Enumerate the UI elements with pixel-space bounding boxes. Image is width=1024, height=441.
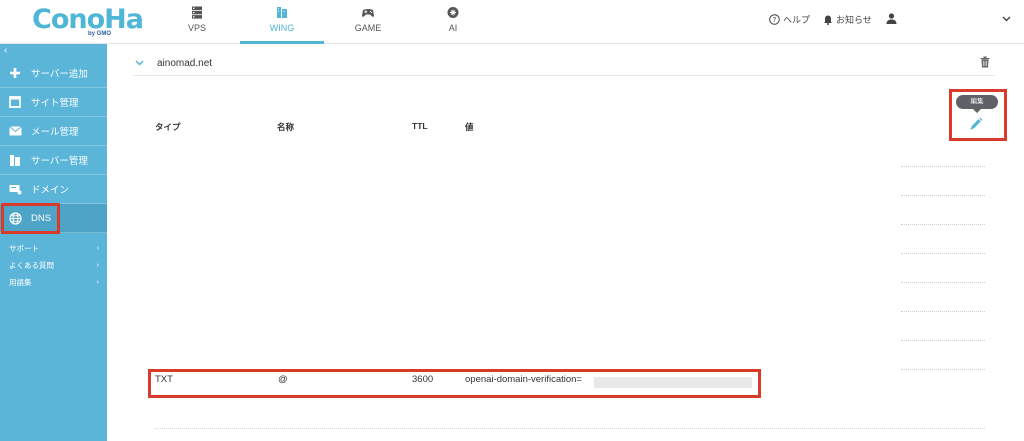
divider [901, 369, 985, 370]
help-icon: ? [769, 14, 780, 25]
sidebar-item-label: メール管理 [31, 127, 79, 138]
chevron-right-icon: › [96, 260, 100, 269]
sidebar-item-domain[interactable]: ドメイン [0, 175, 107, 204]
divider [901, 224, 985, 225]
edit-highlight-box [949, 89, 1007, 141]
tab-ai[interactable]: AI [411, 0, 495, 44]
sidebar-link-label: よくある質問 [9, 261, 54, 270]
tab-ai-label: AI [448, 23, 458, 33]
sidebar-item-add-server[interactable]: サーバー追加 [0, 59, 107, 88]
help-label: ヘルプ [783, 15, 811, 25]
sidebar-link-faq[interactable]: よくある質問 › [9, 260, 99, 271]
domain-name: ainomad.net [157, 58, 213, 69]
chevron-right-icon: › [96, 277, 100, 286]
tab-wing-label: WING [269, 23, 295, 33]
record-highlight-box [148, 369, 761, 398]
sidebar-link-label: 用語集 [9, 278, 32, 287]
wing-icon [277, 7, 287, 18]
logo-sub: by GMO [88, 31, 112, 37]
divider [901, 253, 985, 254]
sidebar: ‹ サーバー追加 サイト管理 メール管理 サーバー管理 ドメイン DNS サポー… [0, 44, 107, 441]
server-manage-icon [8, 153, 22, 167]
sidebar-item-server-manage[interactable]: サーバー管理 [0, 146, 107, 175]
column-header-name: 名称 [277, 122, 295, 132]
ai-icon [447, 7, 459, 18]
tab-game[interactable]: GAME [326, 0, 410, 44]
gamepad-icon [362, 9, 374, 17]
chevron-down-icon[interactable] [1002, 16, 1011, 22]
sidebar-item-mail[interactable]: メール管理 [0, 117, 107, 146]
plus-icon [8, 66, 22, 80]
sidebar-item-label: サーバー追加 [31, 69, 88, 80]
sidebar-item-label: ドメイン [31, 185, 70, 196]
sidebar-item-site[interactable]: サイト管理 [0, 88, 107, 117]
server-icon [192, 6, 202, 19]
divider [901, 282, 985, 283]
notifications-link[interactable]: お知らせ [823, 13, 872, 26]
sidebar-item-label: サーバー管理 [31, 156, 88, 167]
svg-text:?: ? [773, 16, 777, 24]
column-header-ttl: TTL [412, 121, 428, 131]
dns-highlight-box [1, 203, 60, 234]
trash-icon[interactable] [980, 56, 990, 68]
top-header: ConoHa by GMO VPS WING GAME AI ? ヘルプ お知ら… [0, 0, 1024, 44]
divider [901, 195, 985, 196]
chevron-down-icon[interactable] [135, 58, 144, 69]
sidebar-link-label: サポート [9, 244, 39, 253]
tab-game-label: GAME [354, 23, 382, 33]
user-icon[interactable] [886, 13, 897, 24]
tab-vps[interactable]: VPS [155, 0, 239, 44]
help-link[interactable]: ? ヘルプ [769, 13, 810, 26]
column-header-type: タイプ [155, 122, 181, 132]
tab-vps-label: VPS [187, 23, 206, 33]
bell-icon [824, 15, 832, 25]
divider [155, 428, 985, 429]
mail-icon [8, 124, 22, 138]
conoha-logo[interactable]: ConoHa by GMO [32, 5, 144, 39]
main-content: ainomad.net タイプ 名称 TTL 値 編集 TXT @ 3600 o… [107, 44, 1024, 441]
notifications-label: お知らせ [836, 15, 872, 25]
divider [901, 311, 985, 312]
collapse-sidebar-icon[interactable]: ‹ [4, 45, 7, 56]
chevron-right-icon: › [96, 243, 100, 252]
tab-wing[interactable]: WING [240, 0, 324, 44]
domain-row[interactable]: ainomad.net [133, 52, 995, 76]
divider [901, 340, 985, 341]
column-header-value: 値 [465, 122, 474, 132]
divider [901, 166, 985, 167]
sidebar-link-glossary[interactable]: 用語集 › [9, 277, 99, 288]
domain-icon [8, 182, 22, 196]
sidebar-link-support[interactable]: サポート › [9, 243, 99, 254]
sidebar-item-label: サイト管理 [31, 98, 79, 109]
site-icon [8, 95, 22, 109]
